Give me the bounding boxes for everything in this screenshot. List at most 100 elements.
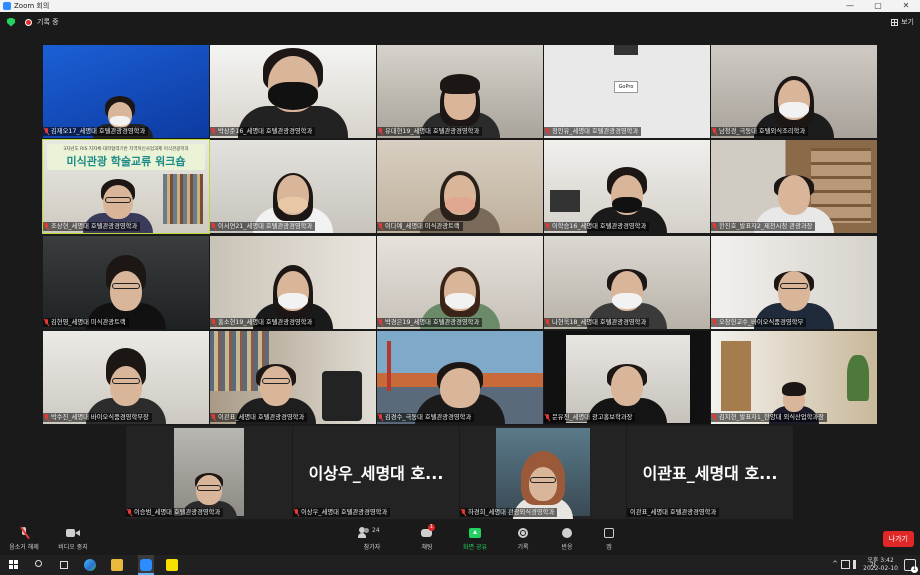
participant-name: 김현영_세명대 미식관광트랙 [51,319,126,326]
video-tile[interactable]: 문유진_세명대 광고홍보학과장 [544,331,710,424]
mic-muted-icon [545,223,550,230]
view-button[interactable]: 보기 [891,17,914,27]
participant-name: 유대현19_세명대 호텔관광경영학과 [385,128,480,135]
chat-label: 채팅 [421,544,433,551]
video-tile[interactable]: 나현욱18_세명대 호텔관광경영학과 [544,236,710,329]
leave-button[interactable]: 나가기 [882,531,914,547]
mic-muted-icon [712,414,717,421]
participant-name: 김재오17_세명대 호텔관광경영학과 [51,128,146,135]
video-tile[interactable]: 김현영_세명대 미식관광트랙 [43,236,209,329]
mic-muted-icon [712,223,717,230]
participants-button[interactable]: 24 참가자 [356,527,388,551]
participants-count: 24 [372,527,380,534]
unmute-label: 음소거 해제 [9,544,39,551]
video-tile[interactable]: GoPro 정인유_세명대 호텔관광경영학과 [544,45,710,138]
notification-badge: 1 [911,566,918,573]
search-icon[interactable] [34,559,46,571]
edge-browser-icon[interactable] [84,559,96,571]
video-tile[interactable]: 김경수_극동대 호텔관광경영학과 [377,331,543,424]
mic-muted-icon [211,128,216,135]
clock-time: 오후 3:42 [867,557,894,564]
video-tile[interactable]: 이승범_세명대 호텔관광경영학과 [126,426,292,519]
video-tile[interactable]: 한진호_발표자2_제천시청 관광과장 [711,140,877,233]
video-camera-icon [66,527,80,539]
task-view-icon[interactable] [58,559,70,571]
participant-display-name: 이상우_세명대 호... [308,464,444,483]
video-tile[interactable]: 남청경_극동대 호텔외식조리학과 [711,45,877,138]
share-screen-button[interactable]: 화면 공유 [458,527,492,551]
participant-display-name: 이관표_세명대 호... [642,464,778,483]
video-off-tile[interactable]: 이관표_세명대 호... 이관표_세명대 호텔관광경영학과 [627,426,793,519]
video-tile[interactable]: 박수진_세명대 바이오식품경영학부장 [43,331,209,424]
network-icon[interactable] [841,560,850,569]
workshop-banner: 3차년도 RIS 지자체-대학협력기반 지역혁신사업과제 미식관광학과 미식관광… [47,144,205,170]
chat-icon: 1 [421,524,435,539]
reactions-button[interactable]: 반응 [554,527,580,551]
view-label: 보기 [901,18,914,26]
mic-muted-icon [44,319,49,326]
meeting-toolbar: 음소거 해제 비디오 중지 24 참가자 1 채팅 화면 공유 기록 반응 앱 … [0,523,920,555]
kakaotalk-icon[interactable] [166,559,178,571]
close-button[interactable]: ✕ [892,0,920,12]
minimize-button[interactable]: — [836,0,864,12]
participant-name: 김지현_발표자1_한양대 외식산업학과장 [719,414,824,421]
reactions-label: 반응 [561,544,573,551]
mic-muted-icon [545,414,550,421]
video-tile-active-speaker[interactable]: 3차년도 RIS 지자체-대학협력기반 지역혁신사업과제 미식관광학과 미식관광… [42,139,210,234]
volume-icon[interactable] [853,560,862,569]
mic-muted-icon [378,223,383,230]
stop-video-button[interactable]: 비디오 중지 [55,527,91,551]
video-tile[interactable]: 김지현_발표자1_한양대 외식산업학과장 [711,331,877,424]
mic-muted-icon [44,128,49,135]
video-off-tile[interactable]: 이상우_세명대 호... 이상우_세명대 호텔관광경영학과 [293,426,459,519]
participant-name: 박경은19_세명대 호텔관광경영학과 [385,319,480,326]
encryption-shield-icon[interactable] [7,17,15,27]
mic-muted-icon [20,526,30,540]
chat-unread-badge: 1 [428,524,435,531]
video-tile[interactable]: 김재오17_세명대 호텔관광경영학과 [43,45,209,138]
record-button[interactable]: 기록 [510,527,536,551]
file-explorer-icon[interactable] [111,559,123,571]
video-tile[interactable]: 박경은19_세명대 호텔관광경영학과 [377,236,543,329]
participant-name: 남청경_극동대 호텔외식조리학과 [719,128,806,135]
video-tile[interactable]: 오창헌교수_바이오식품경영학부 [711,236,877,329]
windows-start-icon[interactable] [8,559,20,571]
mic-muted-icon [211,319,216,326]
video-tile[interactable]: 이학승16_세명대 호텔관광경영학과 [544,140,710,233]
notification-center-icon[interactable]: 1 [904,559,918,573]
record-icon [518,527,528,539]
mic-muted-icon [378,414,383,421]
maximize-button[interactable]: ▢ [864,0,892,12]
participant-name: 이학승16_세명대 호텔관광경영학과 [552,223,647,230]
mic-muted-icon [127,509,132,516]
banner-subtitle: 3차년도 RIS 지자체-대학협력기반 지역혁신사업과제 미식관광학과 [63,147,189,152]
video-tile[interactable]: 하경희_세명대 관광외식경영학과 [460,426,626,519]
video-tile[interactable]: 이관표_세명대 호텔관광경영학과 [210,331,376,424]
mic-muted-icon [211,414,216,421]
participant-name: 이관표_세명대 호텔관광경영학과 [218,414,305,421]
unmute-button[interactable]: 음소거 해제 [6,526,42,551]
video-tile[interactable]: 박상준16_세명대 호텔관광경영학과 [210,45,376,138]
window-titlebar: Zoom 회의 — ▢ ✕ [0,0,920,12]
mic-muted-icon [378,319,383,326]
mic-muted-icon [461,509,466,516]
windows-taskbar: ^ 가 오후 3:42 2022-02-10 1 [0,555,920,575]
chat-button[interactable]: 1 채팅 [414,524,440,551]
system-clock[interactable]: 오후 3:42 2022-02-10 [863,557,898,573]
participant-name: 조상현_세명대 호텔관광경영학과 [51,223,138,230]
mic-muted-icon [545,319,550,326]
apps-button[interactable]: 앱 [598,527,620,551]
smiley-icon [562,527,572,539]
video-tile[interactable]: 유대현19_세명대 호텔관광경영학과 [377,45,543,138]
participant-name: 박상준16_세명대 호텔관광경영학과 [218,128,313,135]
tray-chevron-icon[interactable]: ^ [832,560,838,568]
participant-name: 하경희_세명대 관광외식경영학과 [468,509,555,516]
zoom-taskbar-icon[interactable] [138,555,154,575]
video-tile[interactable]: 이다예_세명대 미식관광트랙 [377,140,543,233]
stop-video-label: 비디오 중지 [58,544,88,551]
video-tile[interactable]: 홍소현19_세명대 호텔관광경영학과 [210,236,376,329]
participants-icon: 24 [358,527,385,539]
zoom-logo-icon [3,2,11,10]
participant-name: 나현욱18_세명대 호텔관광경영학과 [552,319,647,326]
video-tile[interactable]: 이서연21_세명대 호텔관광경영학과 [210,140,376,233]
